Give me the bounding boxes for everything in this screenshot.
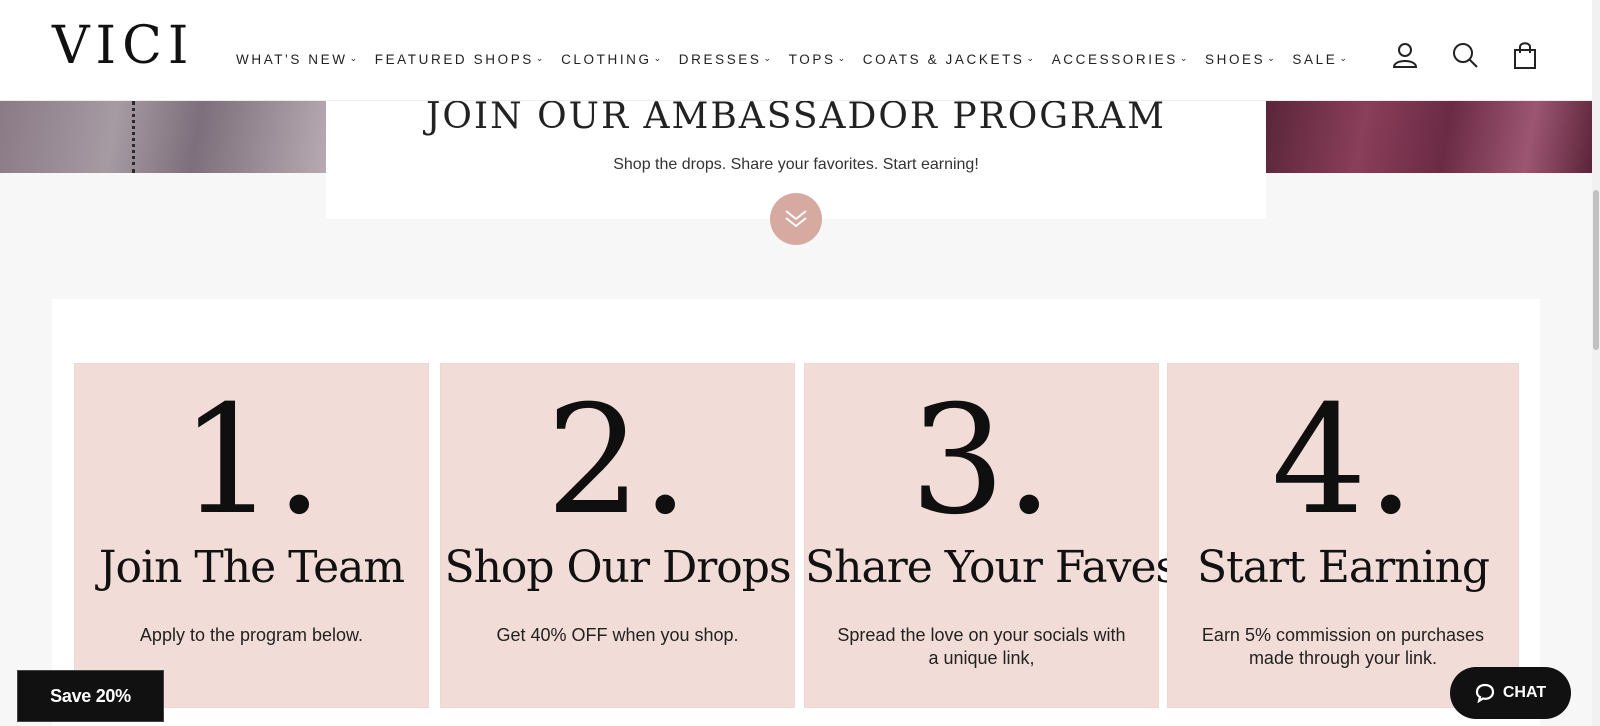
chevron-down-icon: ⌄ <box>535 53 547 63</box>
step-number: 3. <box>909 374 1054 548</box>
scrollbar-thumb[interactable] <box>1593 190 1599 350</box>
chevron-down-icon: ⌄ <box>1339 53 1350 63</box>
nav-item-featured-shops[interactable]: FEATURED SHOPS ⌄ <box>375 52 546 67</box>
nav-item-dresses[interactable]: DRESSES ⌄ <box>679 52 774 67</box>
step-number: 1. <box>179 374 324 548</box>
step-description: Spread the love on your socials with a u… <box>837 625 1126 668</box>
nav-item-label: SHOES <box>1204 52 1266 67</box>
step-title: Join The Team <box>98 542 405 593</box>
chevron-down-icon: ⌄ <box>763 53 774 63</box>
header-icons <box>1390 40 1540 70</box>
promo-title: JOIN OUR AMBASSADOR PROGRAM <box>425 96 1166 137</box>
chain-strap-graphic <box>132 101 142 173</box>
account-icon[interactable] <box>1390 40 1420 70</box>
nav-item-tops[interactable]: TOPS ⌄ <box>789 52 848 67</box>
steps-section: 1. Join The Team Apply to the program be… <box>52 299 1540 726</box>
nav-item-shoes[interactable]: SHOES ⌄ <box>1205 52 1277 67</box>
nav-item-label: DRESSES <box>678 52 762 67</box>
chevron-down-icon: ⌄ <box>653 53 664 63</box>
step-card-3: 3. Share Your Faves Spread the love on y… <box>804 363 1178 708</box>
hero-image-left <box>0 101 326 173</box>
nav-item-label: TOPS <box>788 52 836 67</box>
nav-item-accessories[interactable]: ACCESSORIES ⌄ <box>1052 52 1190 67</box>
nav-item-label: SALE <box>1292 52 1338 67</box>
chevron-down-icon: ⌄ <box>1267 53 1278 63</box>
nav-item-label: FEATURED SHOPS <box>374 52 534 67</box>
save-discount-button[interactable]: Save 20% <box>17 670 164 722</box>
nav-item-whats-new[interactable]: WHAT'S NEW ⌄ <box>236 52 360 67</box>
step-description: Get 40% OFF when you shop. <box>496 625 739 645</box>
scroll-down-button[interactable] <box>770 193 822 245</box>
page-scrollbar[interactable] <box>1592 0 1600 726</box>
hero-image-right <box>1266 101 1592 173</box>
nav-item-clothing[interactable]: CLOTHING ⌄ <box>561 52 664 67</box>
step-card-1: 1. Join The Team Apply to the program be… <box>74 363 429 708</box>
chevron-down-icon: ⌄ <box>1026 53 1037 63</box>
step-description: Earn 5% commission on purchases made thr… <box>1201 625 1485 668</box>
nav-item-sale[interactable]: SALE ⌄ <box>1292 52 1349 67</box>
nav-item-label: CLOTHING <box>561 52 652 67</box>
site-logo[interactable]: VICI <box>52 16 194 76</box>
nav-item-label: WHAT'S NEW <box>236 52 348 67</box>
step-card-4: 4. Start Earning Earn 5% commission on p… <box>1167 363 1519 708</box>
nav-item-label: ACCESSORIES <box>1051 52 1178 67</box>
main-nav: WHAT'S NEW ⌄ FEATURED SHOPS ⌄ CLOTHING ⌄ DR… <box>236 52 1364 67</box>
site-header: VICI WHAT'S NEW ⌄ FEATURED SHOPS ⌄ CLOTHIN… <box>0 0 1592 101</box>
nav-item-label: COATS & JACKETS <box>862 52 1025 67</box>
cart-icon[interactable] <box>1510 40 1540 70</box>
chat-button[interactable]: CHAT <box>1450 667 1571 719</box>
step-number: 2. <box>545 374 690 548</box>
double-chevron-down-icon <box>785 210 807 228</box>
step-title: Shop Our Drops <box>444 542 791 593</box>
search-icon[interactable] <box>1450 40 1480 70</box>
step-title: Share Your Faves <box>805 542 1178 593</box>
step-number: 4. <box>1271 374 1415 548</box>
chat-bubble-icon <box>1475 683 1494 703</box>
nav-item-coats-jackets[interactable]: COATS & JACKETS ⌄ <box>863 52 1037 67</box>
step-card-2: 2. Shop Our Drops Get 40% OFF when you s… <box>440 363 795 708</box>
chevron-down-icon: ⌄ <box>837 53 848 63</box>
chat-button-label: CHAT <box>1502 684 1547 701</box>
step-title: Start Earning <box>1196 542 1490 593</box>
step-description: Apply to the program below. <box>139 625 364 645</box>
chevron-down-icon: ⌄ <box>1179 53 1190 63</box>
promo-subtitle: Shop the drops. Share your favorites. St… <box>613 156 979 173</box>
chevron-down-icon: ⌄ <box>349 53 360 63</box>
